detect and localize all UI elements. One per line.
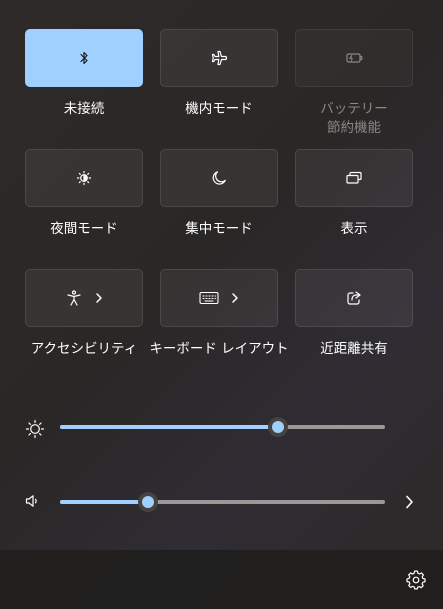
tile-bluetooth-label: 未接続	[63, 101, 105, 117]
brightness-icon	[24, 418, 46, 444]
tile-focus[interactable]	[160, 149, 278, 207]
speaker-icon[interactable]	[24, 493, 40, 513]
footer-bar	[0, 550, 443, 609]
share-icon	[345, 289, 363, 307]
brightness-slider-fill	[60, 425, 278, 429]
tile-keyboard-layout-label: キーボード レイアウト	[149, 341, 289, 357]
night-light-icon	[75, 169, 93, 187]
chevron-right-icon	[95, 292, 103, 304]
tile-battery-saver-label: バッテリー 節約機能	[287, 100, 421, 138]
chevron-right-icon	[231, 292, 239, 304]
tile-night-light[interactable]	[25, 149, 143, 207]
project-display-icon	[344, 170, 364, 186]
tile-focus-label: 集中モード	[185, 221, 253, 237]
tile-keyboard-layout[interactable]	[160, 269, 278, 327]
tile-accessibility-label: アクセシビリティ	[30, 341, 138, 357]
tile-project-label: 表示	[340, 221, 368, 237]
volume-expand-chevron-icon[interactable]	[404, 494, 414, 514]
tile-airplane-label: 機内モード	[185, 101, 253, 117]
tile-project[interactable]	[295, 149, 413, 207]
tile-bluetooth[interactable]	[25, 29, 143, 87]
battery-saver-icon	[344, 50, 364, 66]
gear-icon[interactable]	[406, 570, 426, 594]
tile-accessibility[interactable]	[25, 269, 143, 327]
tile-battery-saver	[295, 29, 413, 87]
tile-airplane[interactable]	[160, 29, 278, 87]
tile-nearby-share[interactable]	[295, 269, 413, 327]
keyboard-icon	[199, 291, 219, 305]
brightness-slider[interactable]	[60, 417, 385, 437]
volume-slider[interactable]	[60, 492, 385, 512]
moon-icon	[210, 169, 228, 187]
airplane-icon	[210, 49, 228, 67]
tile-night-light-label: 夜間モード	[50, 221, 118, 237]
accessibility-icon	[65, 289, 83, 307]
tile-nearby-share-label: 近距離共有	[320, 341, 388, 357]
volume-slider-thumb[interactable]	[138, 492, 158, 512]
brightness-slider-thumb[interactable]	[268, 417, 288, 437]
bluetooth-icon	[76, 50, 92, 66]
volume-slider-fill	[60, 500, 148, 504]
battery-saver-label-line2: 節約機能	[327, 120, 381, 136]
battery-saver-label-line1: バッテリー	[320, 101, 388, 117]
